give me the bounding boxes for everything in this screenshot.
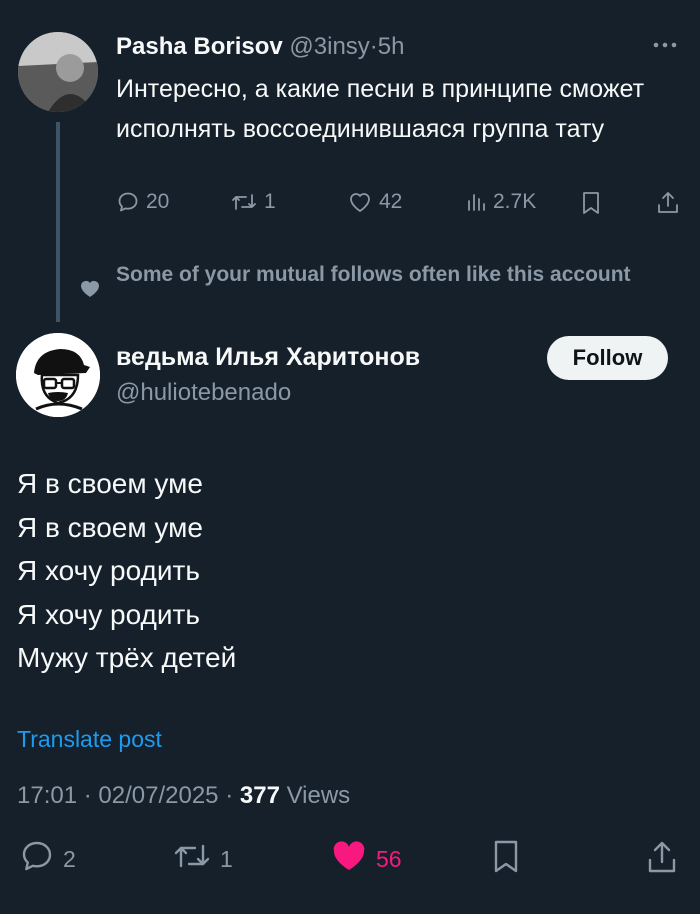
reply-count: 2 xyxy=(63,845,76,872)
translate-post-link[interactable]: Translate post xyxy=(17,726,162,753)
meta-separator: · xyxy=(369,33,378,60)
parent-views-count: 2.7K xyxy=(493,190,537,213)
share-icon xyxy=(645,838,679,882)
tweet-text-line: Мужу трёх детей xyxy=(17,642,237,673)
thread-connector-line xyxy=(56,122,60,322)
like-count: 56 xyxy=(376,845,402,872)
parent-like-button[interactable]: 42 xyxy=(347,190,402,214)
parent-author-name[interactable]: Pasha Borisov xyxy=(116,33,283,60)
tweet-text-line: Я хочу родить xyxy=(17,598,200,630)
tweet-views-label: Views xyxy=(286,782,351,809)
parent-bookmark-button[interactable] xyxy=(580,190,602,216)
parent-share-button[interactable] xyxy=(656,190,680,216)
retweet-count: 1 xyxy=(220,845,233,872)
heart-outline-icon xyxy=(347,190,373,214)
tweet-text-line: Я в своем уме xyxy=(17,468,203,499)
parent-tweet-time[interactable]: 5h xyxy=(378,33,405,60)
tweet-meta: 17:01 · 02/07/2025 · 377 Views xyxy=(17,782,350,810)
reply-button[interactable]: 2 xyxy=(19,838,76,880)
tweet-text-line: Я хочу родить xyxy=(17,555,200,586)
parent-tweet-actions: 20 1 42 2.7K xyxy=(0,190,700,220)
parent-views-button[interactable]: 2.7K xyxy=(465,190,536,214)
bookmark-icon xyxy=(490,838,522,882)
social-context-heart-icon xyxy=(78,277,102,304)
tweet-views-count: 377 xyxy=(239,782,280,809)
parent-tweet-header: Pasha Borisov @3insy·5h xyxy=(116,33,405,61)
author-handle[interactable]: @huliotebenado xyxy=(116,379,291,407)
heart-filled-icon xyxy=(330,838,368,880)
parent-reply-button[interactable]: 20 xyxy=(116,190,169,214)
retweet-icon xyxy=(230,190,258,214)
parent-author-avatar[interactable] xyxy=(18,32,98,112)
tweet-actions: 2 1 56 xyxy=(0,838,700,882)
parent-retweet-count: 1 xyxy=(264,190,276,213)
share-icon xyxy=(656,190,680,216)
retweet-button[interactable]: 1 xyxy=(172,838,233,880)
more-options-icon[interactable] xyxy=(650,34,682,56)
social-context-text: Some of your mutual follows often like t… xyxy=(116,263,631,286)
parent-reply-count: 20 xyxy=(146,190,170,213)
author-name[interactable]: ведьма Илья Харитонов xyxy=(116,343,420,372)
parent-author-handle[interactable]: @3insy xyxy=(289,33,369,60)
bookmark-icon xyxy=(580,190,602,216)
meta-separator: · xyxy=(83,782,92,809)
follow-button[interactable]: Follow xyxy=(547,336,668,380)
reply-icon xyxy=(19,838,55,880)
meta-separator: · xyxy=(225,782,234,809)
tweet-text: Я в своем уме Я в своем уме Я хочу родит… xyxy=(17,462,677,680)
tweet-time[interactable]: 17:01 xyxy=(17,782,77,809)
share-button[interactable] xyxy=(645,838,679,882)
like-button[interactable]: 56 xyxy=(330,838,402,880)
retweet-icon xyxy=(172,838,212,880)
bookmark-button[interactable] xyxy=(490,838,522,882)
tweet-date[interactable]: 02/07/2025 xyxy=(98,782,218,809)
analytics-bars-icon xyxy=(465,190,487,214)
parent-like-count: 42 xyxy=(379,190,403,213)
reply-icon xyxy=(116,190,140,214)
parent-retweet-button[interactable]: 1 xyxy=(230,190,276,214)
author-avatar[interactable] xyxy=(16,333,100,417)
parent-tweet-text: Интересно, а какие песни в принципе смож… xyxy=(116,75,645,143)
tweet-text-line: Я в своем уме xyxy=(17,511,203,543)
